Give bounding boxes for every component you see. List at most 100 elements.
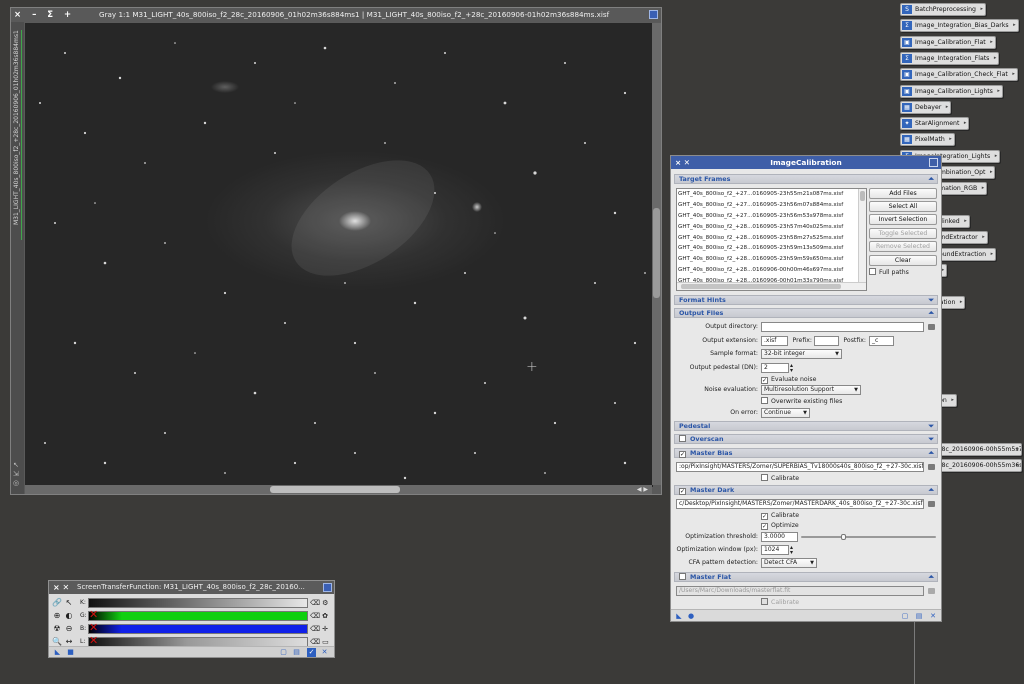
reset-channel-icons[interactable]: ⌫ ✛ [310, 623, 332, 635]
expand-icon[interactable]: ▸ [980, 4, 983, 15]
expand-icon[interactable]: ▸ [964, 118, 967, 129]
stepper-icon[interactable]: ▴ ▾ [790, 545, 793, 556]
section-target-frames[interactable]: Target Frames ⏶ [674, 174, 938, 184]
list-item[interactable]: GHT_40s_800iso_f2_+28...0160905-23h59m13… [677, 243, 866, 254]
reset-channel-icons[interactable]: ⌫ ✿ [310, 610, 332, 622]
apply-icon[interactable]: ■ [66, 648, 75, 657]
optimization-threshold-slider[interactable] [801, 534, 936, 540]
checkbox-box[interactable]: ✓ [761, 377, 768, 384]
list-item[interactable]: GHT_40s_800iso_f2_+28...0160906-00h00m46… [677, 265, 866, 276]
browse-documentation-icon[interactable]: ▢ [901, 612, 909, 620]
output-extension-field[interactable]: .xisf [761, 336, 788, 346]
section-master-bias[interactable]: ✓ Master Bias ⏶ [674, 448, 938, 458]
folder-icon[interactable] [928, 501, 935, 507]
toggle-selected-button[interactable]: Toggle Selected [869, 228, 937, 239]
image-calibration-dialog[interactable]: × ✕ ImageCalibration Target Frames ⏶ GHT_… [670, 155, 942, 622]
dialog-titlebar[interactable]: × ✕ ImageCalibration [671, 156, 941, 169]
pointer-icon[interactable]: ↖ [64, 598, 74, 608]
postfix-field[interactable]: _c [869, 336, 894, 346]
section-master-dark[interactable]: ✓ Master Dark ⏶ [674, 485, 938, 495]
master-bias-path-field[interactable]: :op/PixInsight/MASTERS/Zomer/SUPERBIAS_T… [676, 462, 924, 472]
list-item[interactable]: GHT_40s_800iso_f2_+28...0160905-23h59m59… [677, 254, 866, 265]
process-icon-pixelmath[interactable]: ▦ PixelMath ▸ [900, 133, 955, 147]
channel-bar[interactable] [88, 611, 308, 621]
process-icon-image-integration-bias-darks[interactable]: Σ Image_Integration_Bias_Darks ▸ [900, 19, 1019, 33]
image-window-titlebar[interactable]: × – Σ + Gray 1:1 M31_LIGHT_40s_800iso_f2… [11, 8, 661, 22]
expand-icon[interactable]: ▸ [960, 297, 963, 308]
section-checkbox[interactable] [679, 435, 686, 442]
slider-handle[interactable] [841, 534, 846, 540]
on-error-select[interactable]: Continue ▼ [761, 408, 810, 418]
image-vertical-tab[interactable]: M31_LIGHT_40s_800iso_f2_+28c_20160906_01… [11, 22, 24, 494]
optimization-threshold-field[interactable]: 3.0000 [761, 532, 798, 542]
section-checkbox[interactable]: ✓ [679, 451, 686, 458]
folder-icon[interactable] [928, 464, 935, 470]
expand-icon[interactable]: ▸ [942, 265, 945, 276]
document-icon[interactable]: ▤ [915, 612, 923, 620]
check-icon[interactable]: ✓ [307, 648, 316, 657]
horizontal-scrollbar[interactable]: ◀ ▶ [25, 485, 652, 494]
expand-icon[interactable]: ⏷ [928, 422, 934, 431]
radiation-icon[interactable]: ☢ [52, 624, 62, 634]
expand-icon[interactable]: ▸ [997, 86, 1000, 97]
invert-selection-button[interactable]: Invert Selection [869, 214, 937, 225]
process-icon-debayer[interactable]: ▦ Debayer ▸ [900, 100, 952, 114]
close-icon[interactable]: × ✕ [53, 581, 69, 594]
scroll-thumb[interactable] [681, 284, 841, 289]
apply-global-icon[interactable]: ● [687, 612, 695, 620]
list-item[interactable]: GHT_40s_800iso_f2_+28...0160905-23h57m40… [677, 222, 866, 233]
list-item[interactable]: GHT_40s_800iso_f2_+27...0160905-23h56m53… [677, 211, 866, 222]
section-format-hints[interactable]: Format Hints ⏷ [674, 295, 938, 305]
list-item[interactable]: GHT_40s_800iso_f2_+27...0160905-23h55m21… [677, 189, 866, 200]
section-checkbox[interactable] [679, 573, 686, 580]
dark-optimize-checkbox[interactable]: ✓ Optimize [761, 521, 799, 530]
zoom-in-icon[interactable]: ⊕ [52, 611, 62, 621]
process-icon-image-calibration-lights[interactable]: ▣ Image_Calibration_Lights ▸ [900, 84, 1003, 98]
stf-titlebar[interactable]: × ✕ ScreenTransferFunction: M31_LIGHT_40… [49, 581, 334, 594]
master-flat-path-field[interactable]: /Users/Marc/Downloads/masterflat.fit [676, 586, 924, 596]
checkbox-box[interactable] [761, 397, 768, 404]
scroll-arrows-icon[interactable]: ◀ ▶ [637, 485, 648, 494]
section-master-flat[interactable]: Master Flat ⏶ [674, 572, 938, 582]
image-canvas[interactable]: + [25, 23, 653, 487]
optimization-window-field[interactable]: 1024 [761, 545, 789, 555]
section-checkbox[interactable]: ✓ [679, 488, 686, 495]
color-icon[interactable]: ◐ [64, 611, 74, 621]
expand-icon[interactable]: ▸ [951, 395, 954, 406]
master-dark-path-field[interactable]: c/Desktop/PixInsight/MASTERS/Zomer/MASTE… [676, 499, 924, 509]
expand-icon[interactable]: ▸ [994, 53, 997, 64]
checkbox-box[interactable] [869, 268, 876, 275]
expand-icon[interactable]: ▸ [949, 134, 952, 145]
expand-icon[interactable]: ⏷ [928, 296, 934, 305]
expand-icon[interactable]: ⏷ [928, 435, 934, 444]
checkbox-box[interactable] [761, 474, 768, 481]
noise-evaluation-select[interactable]: Multiresolution Support ▼ [761, 385, 861, 395]
list-horizontal-scrollbar[interactable] [677, 282, 866, 290]
checkbox-box[interactable] [761, 598, 768, 605]
collapse-icon[interactable]: ⏶ [928, 175, 934, 184]
evaluate-noise-checkbox[interactable]: ✓ Evaluate noise [761, 375, 816, 384]
checkbox-box[interactable]: ✓ [761, 513, 768, 520]
channel-bar[interactable] [88, 598, 308, 608]
expand-icon[interactable]: ▸ [964, 216, 967, 227]
reset-icon[interactable]: ✕ [320, 648, 329, 657]
full-paths-checkbox[interactable]: Full paths [869, 268, 909, 277]
expand-icon[interactable]: ▸ [1016, 460, 1019, 471]
scroll-thumb[interactable] [270, 486, 400, 493]
expand-icon[interactable]: ▸ [982, 183, 985, 194]
section-overscan[interactable]: Overscan ⏷ [674, 434, 938, 444]
process-icon-image-integration-flats[interactable]: Σ Image_Integration_Flats ▸ [900, 51, 1000, 65]
scroll-thumb[interactable] [653, 208, 660, 298]
track-view-icon[interactable]: ▢ [279, 648, 288, 657]
link-icon[interactable]: 🔗 [52, 598, 62, 608]
add-files-button[interactable]: Add Files [869, 188, 937, 199]
side-tool-icons[interactable]: ↖ ⇲ ◎ [13, 461, 19, 488]
stf-window-icon[interactable] [323, 583, 332, 592]
expand-icon[interactable]: ▸ [982, 232, 985, 243]
remove-selected-button[interactable]: Remove Selected [869, 241, 937, 252]
expand-icon[interactable]: ▸ [1016, 444, 1019, 455]
process-icon-image-calibration-check-flat[interactable]: ▣ Image_Calibration_Check_Flat ▸ [900, 68, 1018, 82]
list-item[interactable]: GHT_40s_800iso_f2_+27...0160905-23h56m07… [677, 200, 866, 211]
reset-icon[interactable]: ✕ [929, 612, 937, 620]
section-pedestal[interactable]: Pedestal ⏷ [674, 421, 938, 431]
